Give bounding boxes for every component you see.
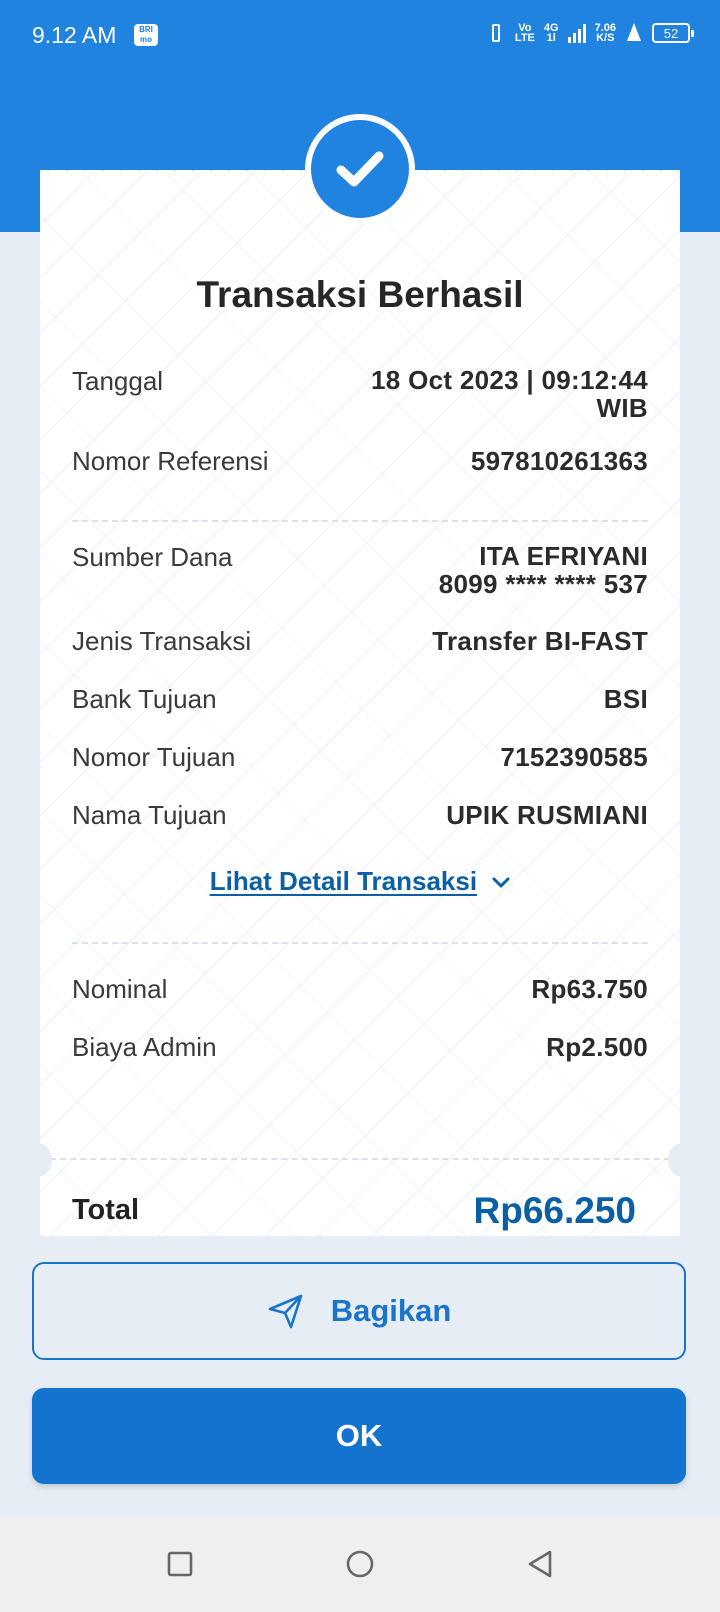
success-badge bbox=[305, 114, 415, 224]
status-icons: Vo LTE 4G 1l 7.06 K/S 52 bbox=[486, 22, 694, 44]
row-value: 597810261363 bbox=[470, 446, 648, 476]
row-value: Rp63.750 bbox=[531, 974, 648, 1004]
row-biaya-admin: Biaya Admin Rp2.500 bbox=[72, 1032, 648, 1063]
ok-button[interactable]: OK bbox=[32, 1388, 686, 1484]
network-activity-text: 1l bbox=[546, 32, 556, 44]
row-bank-tujuan: Bank Tujuan BSI bbox=[72, 684, 648, 715]
share-button[interactable]: Bagikan bbox=[32, 1262, 686, 1360]
square-icon bbox=[167, 1551, 193, 1577]
triangle-back-icon bbox=[528, 1550, 552, 1578]
row-nomor-tujuan: Nomor Tujuan 7152390585 bbox=[72, 742, 648, 773]
receipt-card: Transaksi Berhasil Tanggal 18 Oct 2023 |… bbox=[40, 170, 680, 1236]
row-sumber-dana: Sumber Dana ITA EFRIYANI 8099 **** **** … bbox=[72, 542, 648, 598]
row-label: Nomor Referensi bbox=[72, 446, 269, 476]
row-nominal: Nominal Rp63.750 bbox=[72, 974, 648, 1005]
check-icon bbox=[336, 151, 384, 187]
total-label: Total bbox=[72, 1194, 140, 1226]
row-label: Nomor Tujuan bbox=[72, 742, 236, 772]
divider bbox=[72, 942, 648, 944]
row-value: BSI bbox=[603, 684, 648, 714]
home-button[interactable] bbox=[342, 1546, 378, 1582]
data-speed: 7.06 K/S bbox=[595, 23, 616, 44]
row-label: Bank Tujuan bbox=[72, 684, 217, 714]
volte-indicator: Vo LTE bbox=[514, 23, 535, 44]
recent-apps-button[interactable] bbox=[162, 1546, 198, 1582]
receipt-notch-right bbox=[668, 1144, 692, 1176]
timezone-value: WIB bbox=[596, 393, 648, 423]
row-value: 7152390585 bbox=[500, 742, 648, 772]
row-value: Rp2.500 bbox=[546, 1032, 648, 1062]
divider bbox=[40, 1158, 680, 1160]
receipt-notch-left bbox=[28, 1144, 52, 1176]
send-icon bbox=[268, 1294, 302, 1329]
detail-transaction-link[interactable]: Lihat Detail Transaksi bbox=[40, 866, 680, 897]
back-button[interactable] bbox=[522, 1546, 558, 1582]
status-bar: 9.12 AM BRI mo Vo LTE 4G 1l 7.06 K/S 52 bbox=[0, 0, 720, 72]
signal-icon bbox=[567, 23, 586, 43]
data-speed-unit: K/S bbox=[596, 32, 615, 44]
row-tanggal: Tanggal 18 Oct 2023 | 09:12:44 WIB bbox=[72, 366, 648, 422]
total-row: Total Rp66.250 bbox=[72, 1190, 648, 1232]
network-indicator: 4G 1l bbox=[544, 23, 559, 44]
system-navigation-bar bbox=[0, 1516, 720, 1612]
circle-icon bbox=[346, 1550, 374, 1578]
status-time: 9.12 AM bbox=[32, 22, 117, 48]
row-value: 18 Oct 2023 | 09:12:44 WIB bbox=[371, 366, 648, 422]
row-jenis-transaksi: Jenis Transaksi Transfer BI-FAST bbox=[72, 626, 648, 657]
total-value: Rp66.250 bbox=[473, 1190, 637, 1231]
account-name: ITA EFRIYANI bbox=[479, 541, 648, 571]
row-label: Sumber Dana bbox=[72, 542, 233, 572]
lab-flask-icon bbox=[625, 23, 643, 43]
share-button-label[interactable]: Bagikan bbox=[331, 1293, 452, 1329]
row-label: Biaya Admin bbox=[72, 1032, 217, 1062]
row-value: UPIK RUSMIANI bbox=[446, 800, 648, 830]
row-value: Transfer BI-FAST bbox=[432, 626, 648, 656]
account-number: 8099 **** **** 537 bbox=[438, 569, 648, 599]
volte-bottom-text: LTE bbox=[514, 32, 535, 44]
row-value: ITA EFRIYANI 8099 **** **** 537 bbox=[439, 542, 648, 598]
row-nomor-referensi: Nomor Referensi 597810261363 bbox=[72, 446, 648, 477]
date-value: 18 Oct 2023 | 09:12:44 bbox=[371, 365, 648, 395]
detail-link-label[interactable]: Lihat Detail Transaksi bbox=[210, 866, 477, 896]
page-title: Transaksi Berhasil bbox=[196, 274, 524, 315]
row-label: Nama Tujuan bbox=[72, 800, 227, 830]
chevron-down-icon bbox=[492, 877, 510, 888]
row-label: Nominal bbox=[72, 974, 168, 1004]
row-label: Jenis Transaksi bbox=[72, 626, 252, 656]
app-notification-icon: BRI mo bbox=[134, 24, 158, 46]
divider bbox=[72, 520, 648, 522]
row-label: Tanggal bbox=[72, 366, 164, 396]
row-nama-tujuan: Nama Tujuan UPIK RUSMIANI bbox=[72, 800, 648, 831]
vibrate-icon bbox=[486, 22, 506, 44]
battery-icon: 52 bbox=[652, 23, 694, 43]
